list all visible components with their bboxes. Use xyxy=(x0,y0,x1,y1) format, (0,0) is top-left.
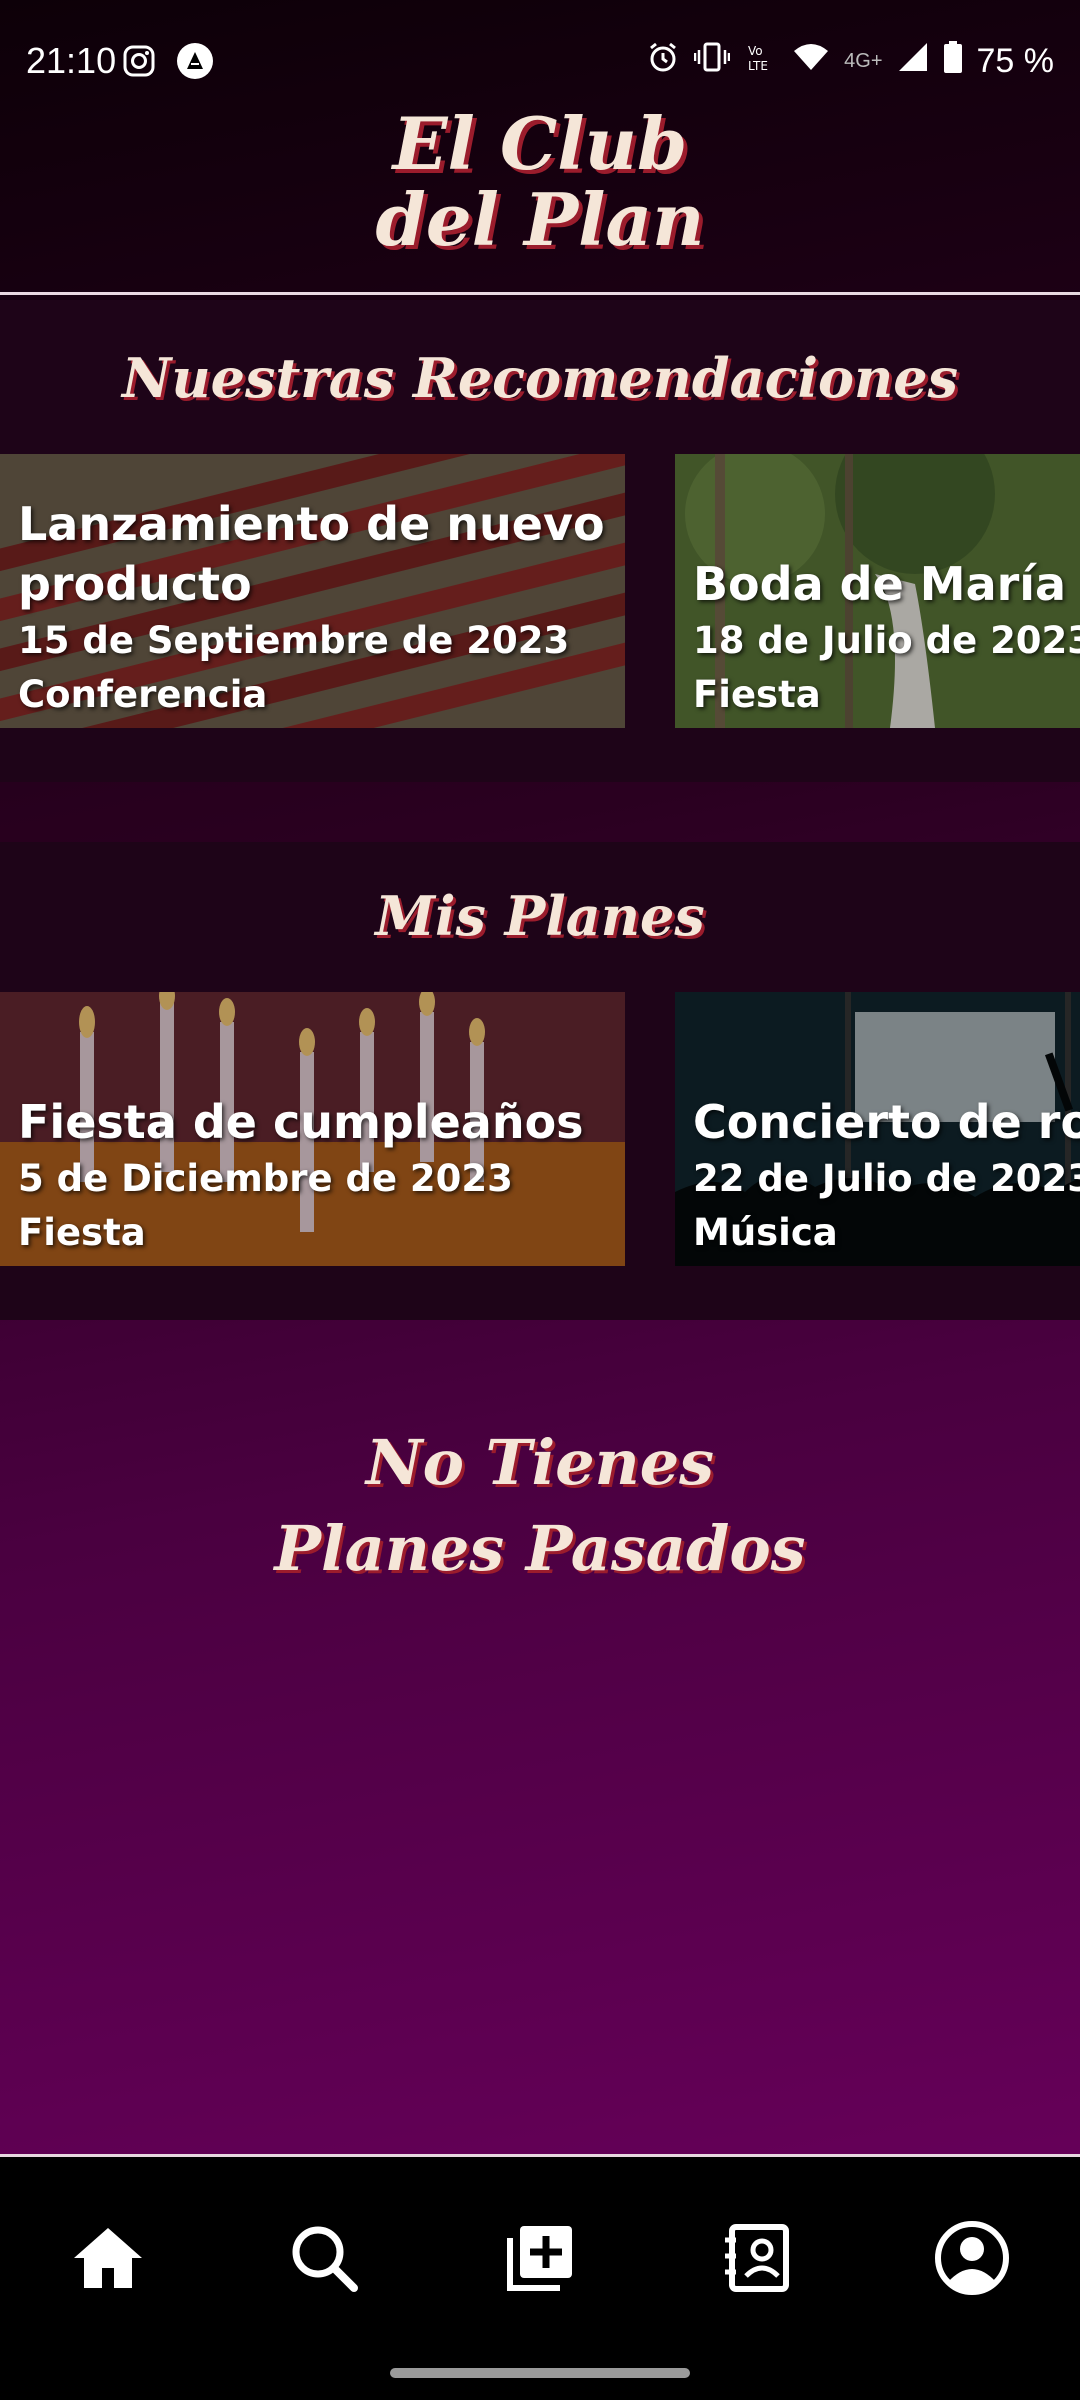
alarm-icon xyxy=(646,40,680,83)
contacts-icon xyxy=(722,2224,790,2296)
svg-text:LTE: LTE xyxy=(748,59,768,73)
app-icon xyxy=(176,42,214,84)
event-card-wedding[interactable]: Boda de María y 18 de Julio de 2023 Fies… xyxy=(675,454,1080,728)
search-icon xyxy=(290,2224,358,2296)
card-date: 18 de Julio de 2023 xyxy=(693,619,1080,662)
card-category: Fiesta xyxy=(693,673,821,716)
status-time: 21:10 xyxy=(26,40,117,81)
nav-home-button[interactable] xyxy=(58,2210,158,2310)
card-date: 5 de Diciembre de 2023 xyxy=(18,1157,513,1200)
app-header: El Club del Plan xyxy=(0,90,1080,290)
nav-divider xyxy=(0,2154,1080,2157)
vibrate-icon xyxy=(693,40,731,83)
svg-text:Vo: Vo xyxy=(748,44,763,58)
card-category: Fiesta xyxy=(18,1211,146,1254)
instagram-icon xyxy=(122,44,156,82)
profile-icon xyxy=(934,2220,1010,2300)
bottom-navigation xyxy=(0,2154,1080,2400)
add-icon xyxy=(506,2224,574,2296)
nav-profile-button[interactable] xyxy=(922,2210,1022,2310)
card-date: 22 de Julio de 2023 xyxy=(693,1157,1080,1200)
my-plans-title: Mis Planes xyxy=(375,884,705,948)
signal-icon xyxy=(897,40,929,83)
recommendations-section: Nuestras Recomendaciones Lanzamiento de … xyxy=(0,300,1080,782)
recommendations-title: Nuestras Recomendaciones xyxy=(121,346,959,410)
my-plans-carousel[interactable]: Fiesta de cumpleaños 5 de Diciembre de 2… xyxy=(0,992,1080,1266)
event-card-birthday[interactable]: Fiesta de cumpleaños 5 de Diciembre de 2… xyxy=(0,992,625,1266)
nav-search-button[interactable] xyxy=(274,2210,374,2310)
home-indicator[interactable] xyxy=(390,2368,690,2378)
event-card-concert[interactable]: Concierto de roc 22 de Julio de 2023 Mús… xyxy=(675,992,1080,1266)
card-category: Conferencia xyxy=(18,673,268,716)
home-icon xyxy=(72,2226,144,2294)
my-plans-section: Mis Planes Fiesta de cumpleaños 5 de Dic… xyxy=(0,842,1080,1320)
past-plans-empty-message: No Tienes Planes Pasados xyxy=(274,1426,806,1585)
app-title: El Club del Plan xyxy=(375,101,705,262)
header-divider xyxy=(0,292,1080,295)
event-card-product-launch[interactable]: Lanzamiento de nuevo producto 15 de Sept… xyxy=(0,454,625,728)
card-title: Fiesta de cumpleaños xyxy=(18,1095,584,1149)
nav-contacts-button[interactable] xyxy=(706,2210,806,2310)
card-category: Música xyxy=(693,1211,838,1254)
battery-level: 75 % xyxy=(976,42,1055,80)
wifi-icon xyxy=(792,40,830,83)
volte-icon: Vo LTE xyxy=(744,40,778,83)
card-date: 15 de Septiembre de 2023 xyxy=(18,619,570,662)
card-title: Concierto de roc xyxy=(693,1095,1080,1149)
card-title: Boda de María y xyxy=(693,557,1080,611)
recommendations-carousel[interactable]: Lanzamiento de nuevo producto 15 de Sept… xyxy=(0,454,1080,728)
nav-add-plan-button[interactable] xyxy=(490,2210,590,2310)
network-type: 4G+ xyxy=(844,50,883,72)
battery-icon xyxy=(943,40,963,83)
card-title: Lanzamiento de nuevo producto xyxy=(18,497,605,611)
